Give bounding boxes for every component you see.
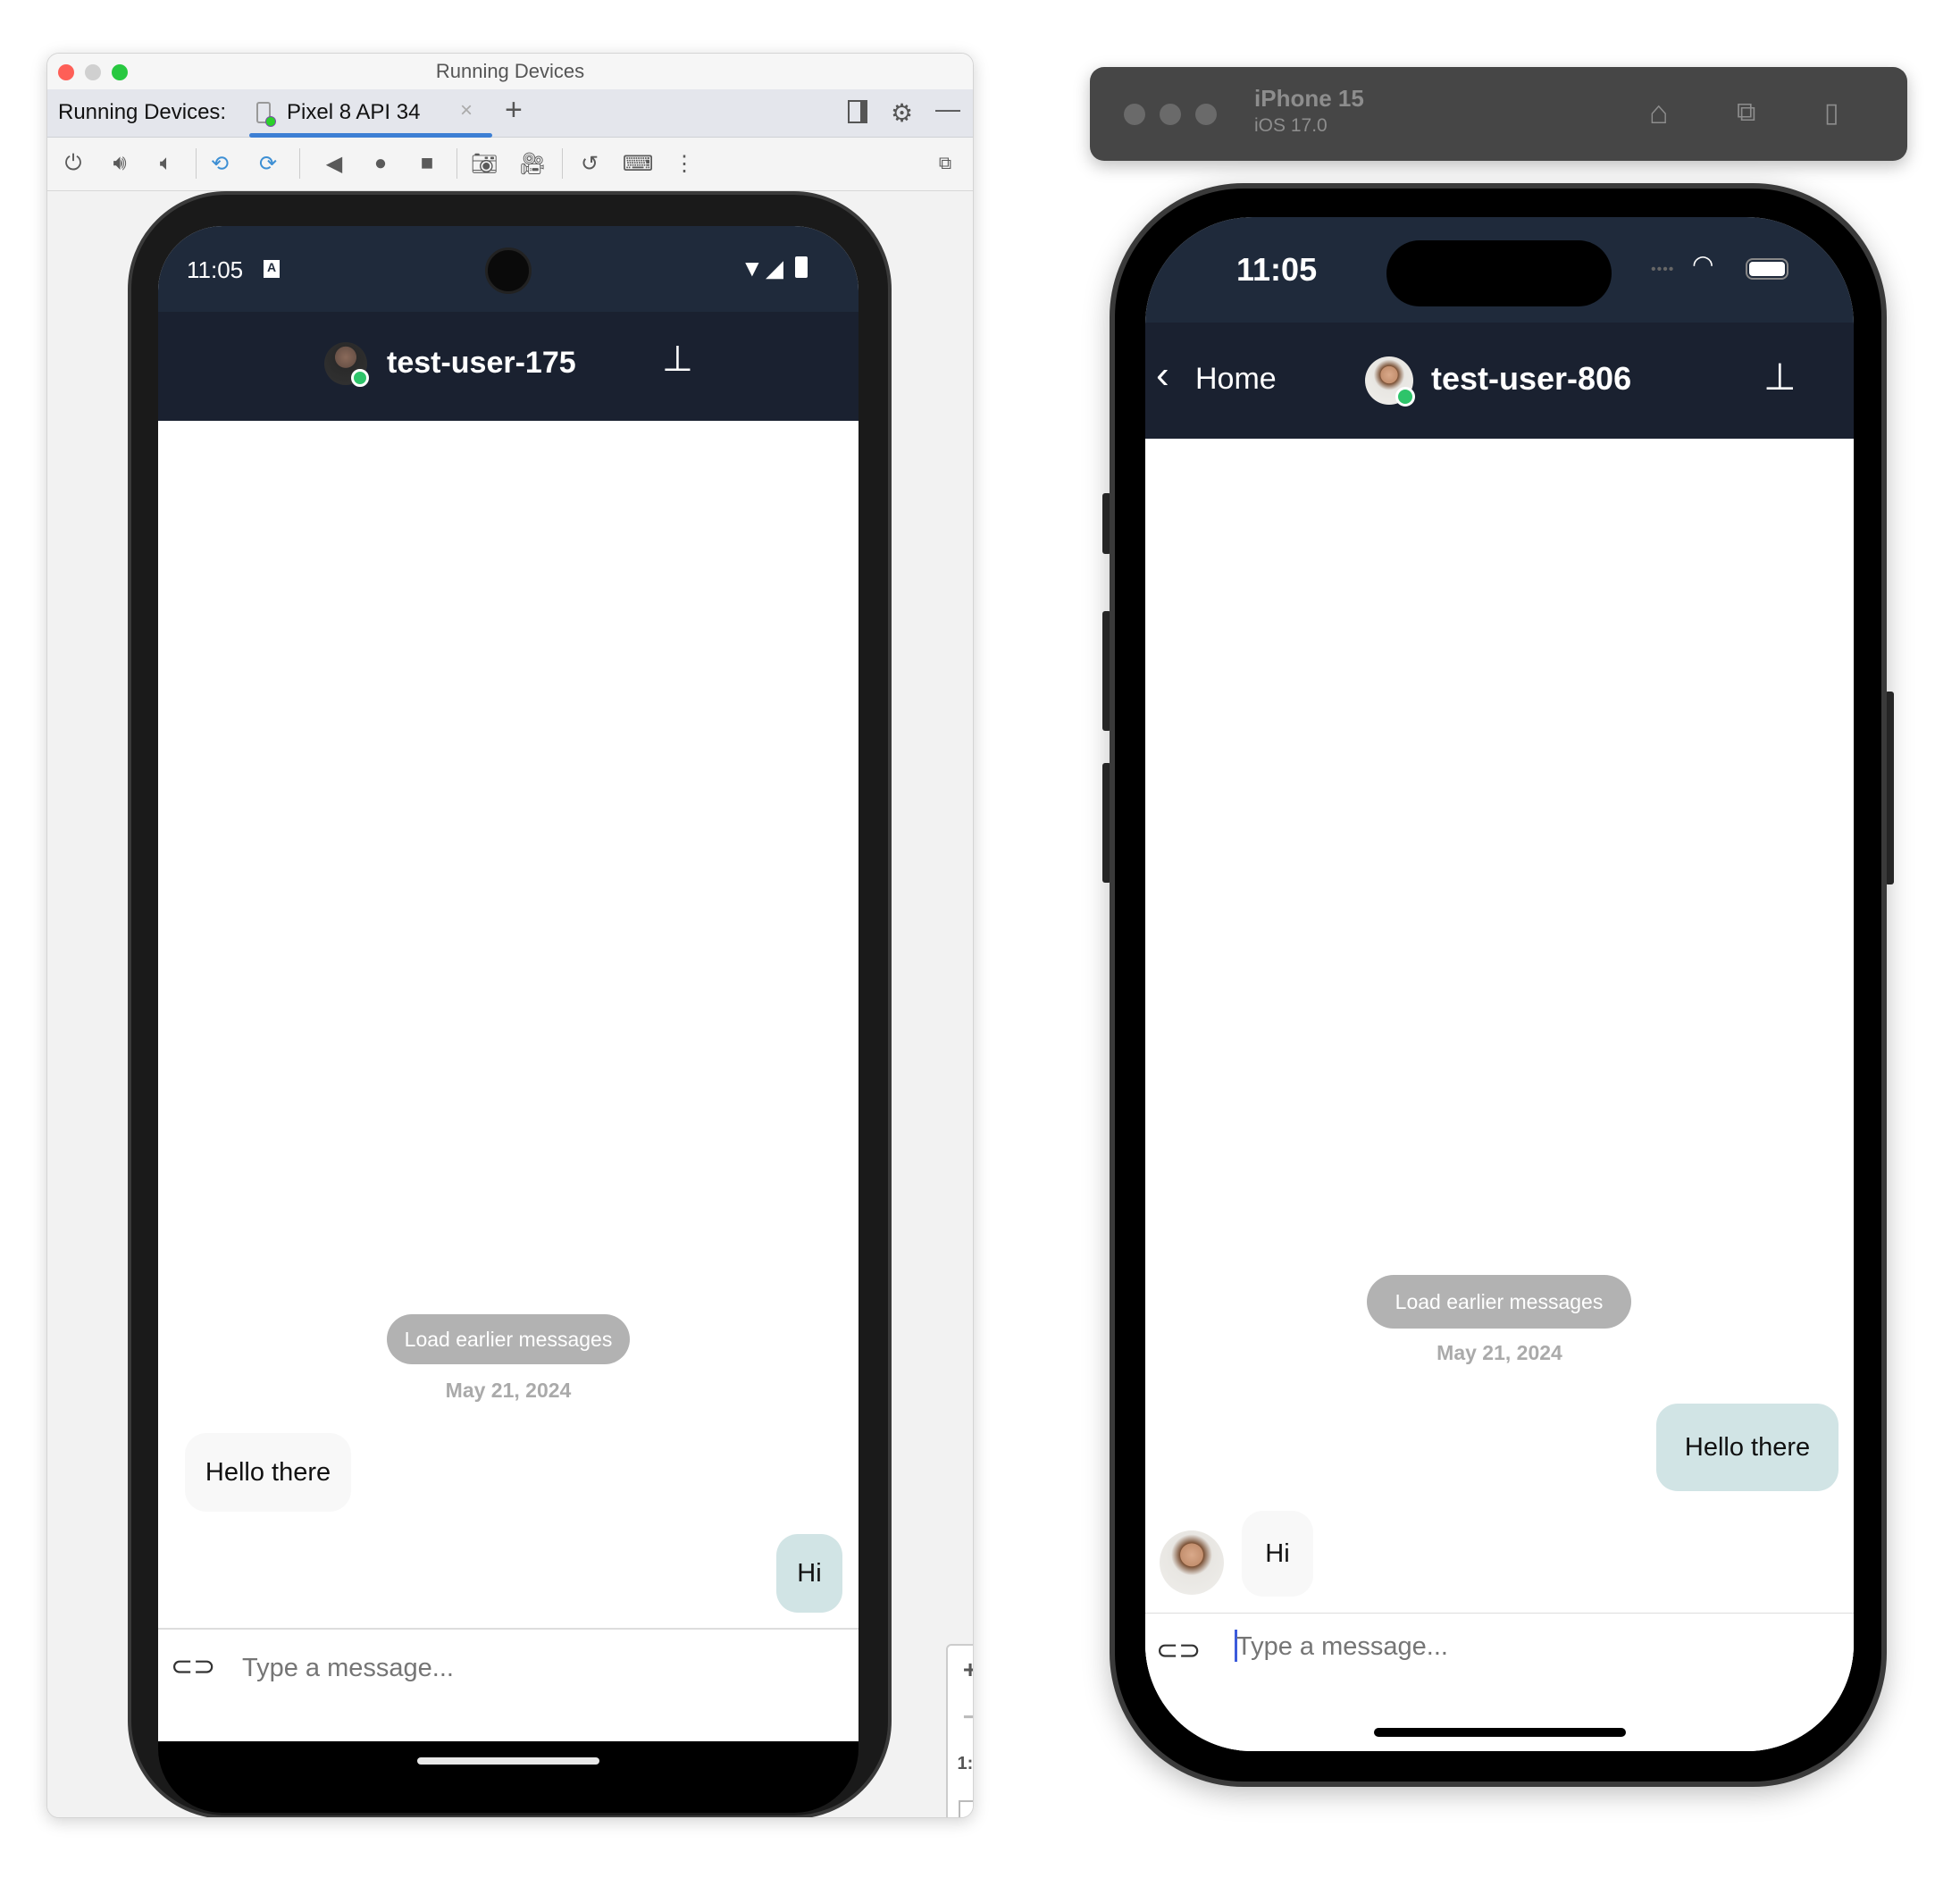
fit-screen-icon	[959, 1799, 973, 1817]
iphone-screen: 11:05 •••• ◠ ‹ Home test-user-806 ⊥ Load…	[1145, 217, 1854, 1751]
device-display-area: 11:05 A ▼ ◢ test-user-175 ⊥ Load earlier…	[47, 191, 973, 1817]
message-list: Load earlier messages May 21, 2024 Hello…	[158, 421, 859, 1741]
overview-icon[interactable]: ■	[412, 148, 442, 179]
chat-header: test-user-175 ⊥	[158, 312, 859, 421]
message-text: Hi	[1265, 1538, 1290, 1568]
window-title: Running Devices	[435, 60, 585, 82]
toolbar-divider	[562, 148, 563, 179]
window-titlebar: Running Devices	[47, 54, 973, 89]
simulator-device-name: iPhone 15	[1254, 85, 1364, 112]
keyboard-notification-icon: A	[264, 260, 280, 278]
toolbar-divider	[196, 148, 197, 179]
back-button[interactable]: Home	[1195, 362, 1277, 397]
status-bar: 11:05 •••• ◠	[1145, 217, 1854, 323]
message-input[interactable]	[242, 1646, 832, 1690]
message-text: Hi	[797, 1558, 822, 1588]
back-icon[interactable]: ◀	[319, 148, 349, 179]
minimize-panel-icon[interactable]: —	[935, 95, 960, 123]
device-icon	[256, 102, 276, 127]
status-time: 11:05	[187, 256, 244, 283]
close-window-button[interactable]	[1124, 104, 1145, 125]
actual-size-button[interactable]: 1:1	[948, 1740, 973, 1788]
message-text: Hello there	[1684, 1432, 1811, 1462]
gear-icon[interactable]: ⚙	[891, 98, 913, 128]
pin-icon[interactable]: ⊥	[662, 339, 693, 380]
power-icon[interactable]: ⏻	[58, 148, 88, 179]
fit-screen-button[interactable]	[948, 1788, 973, 1817]
layout-icon[interactable]	[848, 100, 867, 123]
toolbar-divider	[456, 148, 457, 179]
signal-icon: ◢	[766, 255, 783, 281]
message-input[interactable]	[1236, 1624, 1808, 1669]
close-window-button[interactable]	[58, 64, 74, 80]
rotate-left-icon[interactable]: ⟲	[205, 148, 235, 179]
device-toolbar: ⏻ 🔊︎ 🔈︎ ⟲ ⟳ ◀ ● ■ 📷︎ 🎥︎ ↺ ⌨ ⋮ ⧉	[47, 138, 973, 191]
chat-header: ‹ Home test-user-806 ⊥	[1145, 323, 1854, 439]
minimize-window-button[interactable]	[1160, 104, 1181, 125]
more-icon[interactable]: ⋮	[669, 148, 699, 179]
zoom-window-button[interactable]	[1195, 104, 1217, 125]
outgoing-message-bubble: Hello there	[1656, 1404, 1839, 1491]
message-composer: ⊂⊃	[158, 1628, 859, 1741]
battery-icon	[1746, 258, 1788, 280]
volume-up-icon[interactable]: 🔊︎	[105, 148, 135, 179]
android-navigation-area	[158, 1741, 859, 1813]
sender-avatar[interactable]	[1160, 1530, 1224, 1595]
zoom-window-button[interactable]	[112, 64, 128, 80]
android-screen: 11:05 A ▼ ◢ test-user-175 ⊥ Load earlier…	[158, 226, 859, 1741]
home-icon[interactable]: ●	[365, 148, 396, 179]
toolbar-divider	[299, 148, 300, 179]
minimize-window-button[interactable]	[85, 64, 101, 80]
gesture-nav-handle[interactable]	[417, 1757, 599, 1765]
wifi-icon: ◠	[1692, 250, 1714, 278]
date-separator: May 21, 2024	[445, 1379, 572, 1402]
android-studio-window: Running Devices Running Devices: Pixel 8…	[46, 53, 974, 1818]
close-tab-icon[interactable]: ×	[460, 98, 473, 123]
volume-down-icon[interactable]: 🔈︎	[151, 148, 181, 179]
simulator-toolbar: iPhone 15 iOS 17.0 ⌂ ⧉ ▯	[1090, 67, 1907, 161]
message-list: Load earlier messages May 21, 2024 Hello…	[1145, 439, 1854, 1751]
header-title: test-user-175	[387, 346, 576, 380]
wifi-icon: ▼	[741, 255, 764, 281]
zoom-controls: + − 1:1	[946, 1644, 973, 1817]
screenshot-icon[interactable]: ⧉	[1737, 97, 1755, 128]
outgoing-message-bubble: Hi	[776, 1534, 842, 1613]
rotate-icon[interactable]: ▯	[1824, 97, 1839, 129]
tab-pixel-8[interactable]: Pixel 8 API 34 ×	[249, 89, 499, 138]
online-indicator	[1395, 387, 1415, 407]
keyboard-icon[interactable]: ⌨	[623, 148, 654, 179]
zoom-out-button[interactable]: −	[948, 1693, 973, 1740]
incoming-message-bubble: Hello there	[185, 1433, 351, 1512]
camera-cutout	[485, 247, 532, 294]
home-indicator[interactable]	[1374, 1728, 1626, 1737]
tab-label: Pixel 8 API 34	[287, 100, 421, 124]
dynamic-island	[1386, 240, 1612, 306]
screen-record-icon[interactable]: 🎥︎	[517, 148, 548, 179]
pin-icon[interactable]: ⊥	[1763, 355, 1797, 398]
attachment-link-icon[interactable]: ⊂⊃	[171, 1651, 215, 1682]
screenshot-icon[interactable]: 📷︎	[469, 148, 499, 179]
date-separator: May 21, 2024	[1436, 1341, 1562, 1364]
status-time: 11:05	[1236, 251, 1318, 288]
online-indicator	[351, 369, 369, 387]
add-device-icon[interactable]: +	[505, 93, 523, 128]
load-earlier-button[interactable]: Load earlier messages	[1367, 1275, 1631, 1329]
tab-bar: Running Devices: Pixel 8 API 34 × + ⚙ —	[47, 89, 973, 138]
back-chevron-icon[interactable]: ‹	[1156, 353, 1169, 398]
home-icon[interactable]: ⌂	[1649, 94, 1669, 131]
device-inspector-icon[interactable]: ⧉	[930, 148, 960, 179]
simulator-os-version: iOS 17.0	[1254, 115, 1328, 136]
attachment-link-icon[interactable]: ⊂⊃	[1156, 1635, 1201, 1666]
tabs-label: Running Devices:	[58, 100, 227, 124]
rotate-right-icon[interactable]: ⟳	[253, 148, 283, 179]
zoom-in-button[interactable]: +	[948, 1646, 973, 1693]
cellular-signal-icon: ••••	[1651, 262, 1675, 277]
load-earlier-button[interactable]: Load earlier messages	[387, 1314, 630, 1364]
header-title: test-user-806	[1431, 360, 1632, 397]
status-bar: 11:05 A ▼ ◢	[158, 226, 859, 312]
snapshot-icon[interactable]: ↺	[574, 148, 605, 179]
message-text: Hello there	[205, 1457, 331, 1487]
incoming-message-bubble: Hi	[1242, 1511, 1313, 1597]
battery-icon	[795, 256, 808, 278]
